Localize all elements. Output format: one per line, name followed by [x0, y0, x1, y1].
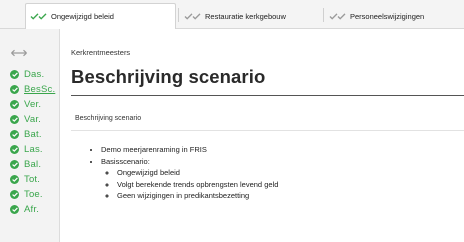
double-check-icon — [184, 12, 201, 20]
sidebar-item-afr[interactable]: Afr. — [10, 202, 55, 217]
scenario-description: Demo meerjarenraming in FRIS Basisscenar… — [87, 144, 278, 202]
breadcrumb: Kerkrentmeesters — [71, 48, 131, 57]
check-circle-icon — [10, 115, 19, 124]
list-item: Demo meerjarenraming in FRIS — [101, 144, 278, 156]
sidebar-item-bessc[interactable]: BesSc. — [10, 82, 55, 97]
sidebar-item-label: Bat. — [24, 129, 42, 140]
sidebar-item-var[interactable]: Var. — [10, 112, 55, 127]
sidebar-nav: Das. BesSc. Ver. Var. Bat. Las. Bal. Tot… — [10, 67, 55, 217]
tab-ongewijzigd-beleid[interactable]: Ongewijzigd beleid — [25, 3, 176, 29]
double-check-icon — [30, 13, 47, 20]
sidebar-item-label: Ver. — [24, 99, 42, 110]
sidebar-item-label: Bal. — [24, 159, 42, 170]
tab-label: Ongewijzigd beleid — [51, 12, 114, 21]
check-circle-icon — [10, 145, 19, 154]
sidebar-item-label: Las. — [24, 144, 43, 155]
sidebar-item-bal[interactable]: Bal. — [10, 157, 55, 172]
expand-collapse-icon[interactable] — [11, 49, 27, 57]
sidebar-item-bat[interactable]: Bat. — [10, 127, 55, 142]
tab-label: Personeelswijzigingen — [350, 11, 425, 21]
sidebar-item-label: Var. — [24, 114, 41, 125]
sidebar-item-label: Afr. — [24, 204, 40, 215]
section-label: Beschrijving scenario — [75, 115, 142, 122]
check-circle-icon — [10, 130, 19, 139]
sidebar-item-las[interactable]: Las. — [10, 142, 55, 157]
check-circle-icon — [10, 160, 19, 169]
section-divider — [71, 130, 464, 131]
page-title: Beschrijving scenario — [71, 66, 266, 87]
check-circle-icon — [10, 190, 19, 199]
list-item: Geen wijzigingen in predikantsbezetting — [117, 190, 278, 202]
double-check-icon — [329, 12, 346, 20]
tab-divider — [323, 8, 324, 22]
sidebar-item-das[interactable]: Das. — [10, 67, 55, 82]
check-circle-icon — [10, 70, 19, 79]
check-circle-icon — [10, 85, 19, 94]
tab-label: Restauratie kerkgebouw — [205, 11, 286, 21]
check-circle-icon — [10, 205, 19, 214]
tab-personeelswijzigingen[interactable]: Personeelswijzigingen — [325, 4, 424, 28]
scenario-tab-bar: Ongewijzigd beleid Restauratie kerkgebou… — [0, 0, 464, 29]
list-item-label: Basisscenario: — [101, 156, 150, 166]
sidebar-item-tot[interactable]: Tot. — [10, 172, 55, 187]
tab-restauratie-kerkgebouw[interactable]: Restauratie kerkgebouw — [180, 4, 286, 28]
tab-divider — [178, 8, 179, 22]
list-item: Ongewijzigd beleid — [117, 167, 278, 179]
sidebar-item-label: BesSc. — [24, 84, 56, 95]
check-circle-icon — [10, 100, 19, 109]
sub-bullet-list: Ongewijzigd beleid Volgt berekende trend… — [87, 167, 278, 202]
check-circle-icon — [10, 175, 19, 184]
title-divider — [71, 95, 464, 96]
sidebar-item-toe[interactable]: Toe. — [10, 187, 55, 202]
sidebar-item-label: Toe. — [24, 189, 43, 200]
bullet-list: Demo meerjarenraming in FRIS Basisscenar… — [87, 144, 278, 167]
sidebar: Das. BesSc. Ver. Var. Bat. Las. Bal. Tot… — [0, 29, 60, 242]
sidebar-item-ver[interactable]: Ver. — [10, 97, 55, 112]
sidebar-item-label: Tot. — [24, 174, 41, 185]
list-item: Basisscenario: — [101, 156, 278, 168]
list-item: Volgt berekende trends opbrengsten leven… — [117, 179, 278, 191]
sidebar-item-label: Das. — [24, 69, 45, 80]
